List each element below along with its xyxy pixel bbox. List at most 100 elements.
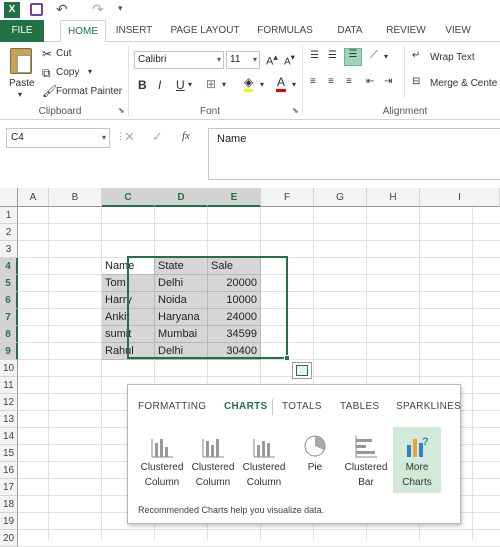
borders-icon[interactable]: ⊞ <box>206 77 216 91</box>
row-header-11[interactable]: 11 <box>0 377 18 394</box>
table-cell[interactable]: 20000 <box>208 275 261 292</box>
underline-dropdown-icon[interactable]: ▾ <box>188 80 192 89</box>
orientation-icon[interactable]: ⟋ <box>370 49 378 62</box>
cut-button[interactable]: Cut <box>56 48 72 59</box>
row-header-3[interactable]: 3 <box>0 241 18 258</box>
select-all-corner[interactable] <box>0 188 18 207</box>
table-header-cell[interactable]: Name <box>102 258 155 275</box>
font-color-dropdown-icon[interactable]: ▾ <box>292 80 296 89</box>
column-header-a[interactable]: A <box>18 188 49 207</box>
align-center-icon[interactable]: ≡ <box>328 76 334 87</box>
underline-button[interactable]: U <box>176 78 185 92</box>
column-header-e[interactable]: E <box>208 188 261 207</box>
table-cell[interactable]: 34599 <box>208 326 261 343</box>
column-header-b[interactable]: B <box>49 188 102 207</box>
clipboard-launcher-icon[interactable]: ⬊ <box>118 106 125 115</box>
font-color-icon[interactable]: A <box>276 76 286 92</box>
undo-icon[interactable]: ↶ <box>56 1 68 18</box>
table-cell[interactable]: sumit <box>102 326 155 343</box>
table-cell[interactable]: 24000 <box>208 309 261 326</box>
name-box[interactable]: C4 ▾ <box>6 128 110 148</box>
align-top-icon[interactable]: ☰ <box>310 50 319 61</box>
qa-tab-totals[interactable]: TOTALS <box>282 401 322 412</box>
format-painter-icon[interactable]: 🖌 <box>42 84 57 98</box>
cut-icon[interactable]: ✂ <box>42 47 52 61</box>
paste-dropdown-icon[interactable]: ▾ <box>18 90 22 99</box>
paste-icon[interactable] <box>10 48 32 74</box>
row-header-13[interactable]: 13 <box>0 411 18 428</box>
tab-review[interactable]: REVIEW <box>382 20 430 42</box>
align-middle-icon[interactable]: ☰ <box>328 50 337 61</box>
column-header-h[interactable]: H <box>367 188 420 207</box>
save-icon[interactable] <box>30 3 43 16</box>
table-cell[interactable]: Haryana <box>155 309 208 326</box>
table-header-cell[interactable]: Sale <box>208 258 261 275</box>
table-cell[interactable]: Mumbai <box>155 326 208 343</box>
table-cell[interactable]: Tom <box>102 275 155 292</box>
insert-function-button[interactable]: fx <box>182 130 190 142</box>
row-header-20[interactable]: 20 <box>0 530 18 547</box>
increase-font-icon[interactable]: A▴ <box>266 52 278 68</box>
font-size-combo[interactable]: 11 ▾ <box>226 51 260 69</box>
redo-icon[interactable]: ↷ <box>92 1 104 18</box>
decrease-font-icon[interactable]: A▾ <box>284 52 295 67</box>
tab-view[interactable]: VIEW <box>440 20 476 42</box>
orientation-dropdown-icon[interactable]: ▾ <box>384 52 388 61</box>
row-header-17[interactable]: 17 <box>0 479 18 496</box>
merge-center-icon[interactable]: ⊟ <box>412 76 420 87</box>
table-header-cell[interactable]: State <box>155 258 208 275</box>
tab-page-layout[interactable]: PAGE LAYOUT <box>166 20 244 42</box>
font-name-combo[interactable]: Calibri ▾ <box>134 51 224 69</box>
align-left-icon[interactable]: ≡ <box>310 76 316 87</box>
table-cell[interactable]: Delhi <box>155 343 208 360</box>
row-header-19[interactable]: 19 <box>0 513 18 530</box>
align-bottom-icon[interactable]: ☰ <box>344 48 362 66</box>
row-header-16[interactable]: 16 <box>0 462 18 479</box>
row-header-14[interactable]: 14 <box>0 428 18 445</box>
fill-handle[interactable] <box>284 355 290 361</box>
wrap-text-icon[interactable]: ↵ <box>412 50 420 61</box>
paste-button[interactable]: Paste <box>9 78 35 89</box>
row-header-2[interactable]: 2 <box>0 224 18 241</box>
qa-tab-charts[interactable]: CHARTS <box>224 401 267 412</box>
copy-dropdown-icon[interactable]: ▾ <box>88 67 92 76</box>
table-cell[interactable]: Delhi <box>155 275 208 292</box>
customize-qat-icon[interactable]: ▾ <box>118 3 123 14</box>
tab-formulas[interactable]: FORMULAS <box>254 20 316 42</box>
qa-tab-sparklines[interactable]: SPARKLINES <box>396 401 461 412</box>
format-painter-button[interactable]: Format Painter <box>56 86 122 97</box>
qa-chart-clustered-bar[interactable]: Clustered Bar <box>342 427 390 493</box>
qa-more-charts[interactable]: ? More Charts <box>393 427 441 493</box>
table-cell[interactable]: Harry <box>102 292 155 309</box>
row-header-15[interactable]: 15 <box>0 445 18 462</box>
table-cell[interactable]: Ankit <box>102 309 155 326</box>
copy-button[interactable]: Copy <box>56 67 79 78</box>
formula-input[interactable]: Name <box>208 128 500 180</box>
enter-icon[interactable]: ✓ <box>152 129 163 145</box>
merge-center-button[interactable]: Merge & Cente <box>430 78 497 89</box>
column-header-i[interactable]: I <box>420 188 500 207</box>
row-header-18[interactable]: 18 <box>0 496 18 513</box>
column-header-g[interactable]: G <box>314 188 367 207</box>
tab-home[interactable]: HOME <box>60 20 106 43</box>
column-header-d[interactable]: D <box>155 188 208 207</box>
qa-chart-clustered-column-3[interactable]: Clustered Column <box>240 427 288 493</box>
qa-chart-clustered-column-2[interactable]: Clustered Column <box>189 427 237 493</box>
wrap-text-button[interactable]: Wrap Text <box>430 52 475 63</box>
qa-tab-tables[interactable]: TABLES <box>340 401 379 412</box>
row-header-9[interactable]: 9 <box>0 343 18 360</box>
row-header-7[interactable]: 7 <box>0 309 18 326</box>
row-header-12[interactable]: 12 <box>0 394 18 411</box>
tab-data[interactable]: DATA <box>330 20 370 42</box>
table-cell[interactable]: 10000 <box>208 292 261 309</box>
tab-insert[interactable]: INSERT <box>112 20 156 42</box>
column-header-f[interactable]: F <box>261 188 314 207</box>
borders-dropdown-icon[interactable]: ▾ <box>222 80 226 89</box>
bold-button[interactable]: B <box>138 78 147 92</box>
italic-button[interactable]: I <box>158 78 161 92</box>
copy-icon[interactable]: ⧉ <box>42 66 51 81</box>
row-header-8[interactable]: 8 <box>0 326 18 343</box>
qa-tab-formatting[interactable]: FORMATTING <box>138 401 206 412</box>
row-header-6[interactable]: 6 <box>0 292 18 309</box>
table-cell[interactable]: 30400 <box>208 343 261 360</box>
